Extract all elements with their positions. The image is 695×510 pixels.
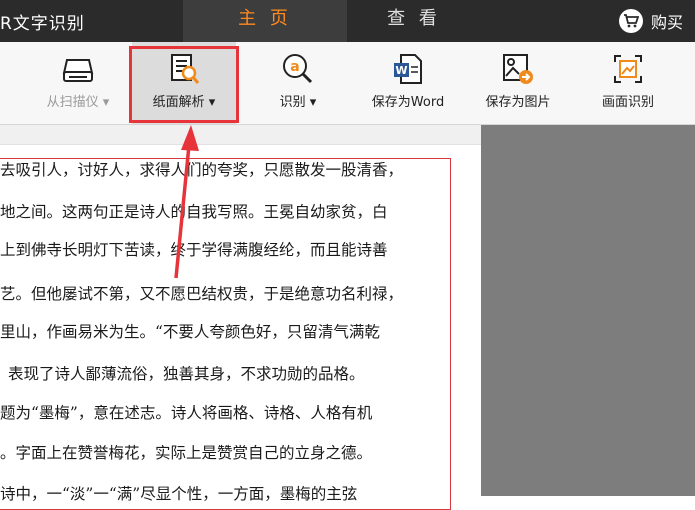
annotation-arrow	[174, 125, 199, 279]
